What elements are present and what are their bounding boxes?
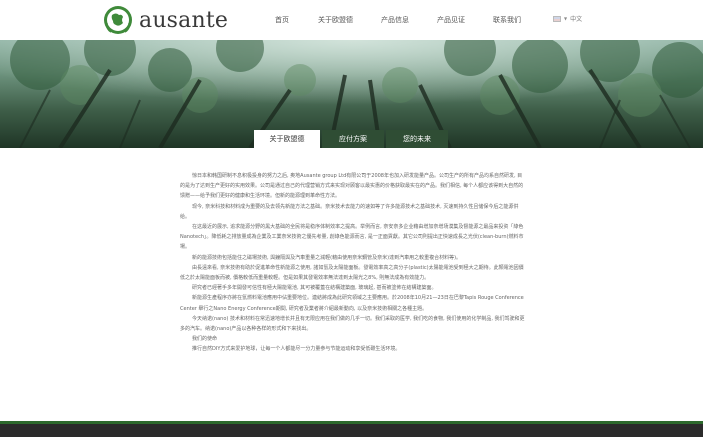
mission-statement: 推行自然DIY方式来爱护地球，让每一个人都能尽一分力量参与节能运动和享受低碳生活… (192, 346, 401, 353)
language-selector[interactable]: ▼ 中文 (553, 14, 582, 23)
content-paragraph: 惊日本和韩国研制不息积极投身的努力之后, 奥地Ausante group Ltd… (180, 173, 524, 200)
nav-item-testimonials[interactable]: 产品见证 (437, 15, 465, 25)
brand-name: ausante (139, 7, 229, 33)
nav-item-home[interactable]: 首页 (275, 15, 289, 25)
flag-icon (553, 15, 561, 22)
content-paragraph: 今天纳诺(nano) 技术和材料在常迅速地增长并且有无限应用在我们做的几乎一切。… (180, 315, 525, 333)
nav-item-contact[interactable]: 联系我们 (493, 15, 521, 25)
content-paragraph: 由長遠來看, 奈米技術有助於促進革命性新能源之使用, 諸如氫及太陽能面板。發電效… (180, 264, 524, 282)
mission-heading: 我们的使命 (192, 336, 218, 343)
language-label: 中文 (570, 16, 583, 23)
content-paragraph: 现今, 奈米科技和材料成为重要的及去领先新能方法之基础。奈米技术去能力的速如等了… (180, 203, 519, 220)
tab-solutions[interactable]: 应付方案 (322, 130, 384, 148)
section-tabs: 关于欧盟德 应付方案 您的未来 (0, 130, 703, 148)
site-header: ausante 首页 关于欧盟德 产品信息 产品见证 联系我们 ▼ 中文 (0, 0, 703, 40)
tab-divider (0, 148, 703, 150)
content-paragraph: 新的能源技術包括能住之磁場技術, 與鐘隔與及汽車重量之減輕(藉由使用奈米鋼管及奈… (192, 254, 462, 261)
nav-item-products[interactable]: 产品信息 (381, 15, 409, 25)
globe-leaf-logo-icon (104, 6, 132, 34)
chevron-down-icon: ▼ (564, 16, 568, 21)
site-footer (0, 424, 703, 437)
tab-about[interactable]: 关于欧盟德 (254, 130, 320, 148)
content-paragraph: 新能源生產程序亦將在氫燃料電池應用中佔重要地位。連結將成為此研究領域之主要應用。… (180, 295, 524, 312)
content-paragraph: 研究者已經著手多年開發可信性有極大陽能電池, 其可被覆蓋在結構建築面, 玻璃起,… (192, 285, 437, 292)
about-content: 惊日本和韩国研制不息积极投身的努力之后, 奥地Ausante group Ltd… (180, 171, 525, 355)
content-paragraph: 在这最近的展示, 追求能源分野的黑大基础的全民将是稳序体制效率之提高。举例而言,… (180, 224, 524, 251)
nav-item-about[interactable]: 关于欧盟德 (318, 15, 353, 25)
tab-your-future[interactable]: 您的未来 (386, 130, 448, 148)
brand-logo[interactable]: ausante (103, 5, 228, 35)
